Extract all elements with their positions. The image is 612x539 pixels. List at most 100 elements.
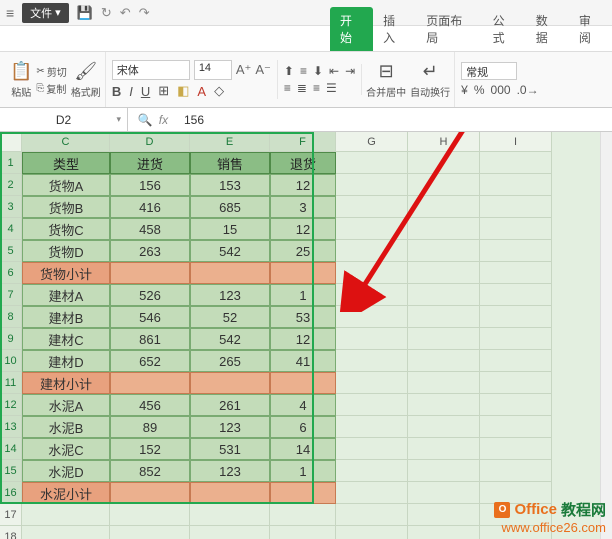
cell-G13[interactable] <box>336 416 408 438</box>
cell-G2[interactable] <box>336 174 408 196</box>
cells-area[interactable]: 类型进货销售退货货物A15615312货物B4166853货物C4581512货… <box>22 152 552 539</box>
cell-H14[interactable] <box>408 438 480 460</box>
file-menu[interactable]: 文件▾ <box>22 3 69 23</box>
undo-icon[interactable]: ↶ <box>120 5 131 21</box>
cell-C14[interactable]: 水泥C <box>22 438 110 460</box>
cell-H6[interactable] <box>408 262 480 284</box>
decrease-font-icon[interactable]: A⁻ <box>255 62 271 78</box>
cell-E4[interactable]: 15 <box>190 218 270 240</box>
cell-C2[interactable]: 货物A <box>22 174 110 196</box>
cell-I7[interactable] <box>480 284 552 306</box>
col-header-H[interactable]: H <box>408 132 480 152</box>
cell-E10[interactable]: 265 <box>190 350 270 372</box>
cell-C6[interactable]: 货物小计 <box>22 262 110 284</box>
cell-I13[interactable] <box>480 416 552 438</box>
cell-F15[interactable]: 1 <box>270 460 336 482</box>
row-header-6[interactable]: 6 <box>0 262 22 284</box>
cell-F10[interactable]: 41 <box>270 350 336 372</box>
tab-insert[interactable]: 插入 <box>373 7 416 51</box>
bold-button[interactable]: B <box>112 84 121 99</box>
cell-I15[interactable] <box>480 460 552 482</box>
cell-C8[interactable]: 建材B <box>22 306 110 328</box>
row-header-10[interactable]: 10 <box>0 350 22 372</box>
col-header-I[interactable]: I <box>480 132 552 152</box>
cell-D6[interactable] <box>110 262 190 284</box>
vertical-scrollbar[interactable] <box>600 132 612 539</box>
cell-E16[interactable] <box>190 482 270 504</box>
cell-F2[interactable]: 12 <box>270 174 336 196</box>
font-color-button[interactable]: A <box>197 84 206 99</box>
search-icon[interactable]: 🔍 <box>138 113 153 127</box>
col-header-G[interactable]: G <box>336 132 408 152</box>
cell-C12[interactable]: 水泥A <box>22 394 110 416</box>
cell-D13[interactable]: 89 <box>110 416 190 438</box>
cell-F14[interactable]: 14 <box>270 438 336 460</box>
cell-C18[interactable] <box>22 526 110 539</box>
cell-G10[interactable] <box>336 350 408 372</box>
cell-E9[interactable]: 542 <box>190 328 270 350</box>
italic-button[interactable]: I <box>129 84 133 99</box>
cell-I4[interactable] <box>480 218 552 240</box>
col-header-D[interactable]: D <box>110 132 190 152</box>
cell-G17[interactable] <box>336 504 408 526</box>
cell-F13[interactable]: 6 <box>270 416 336 438</box>
row-header-14[interactable]: 14 <box>0 438 22 460</box>
indent-left-icon[interactable]: ⇤ <box>329 64 339 78</box>
row-header-18[interactable]: 18 <box>0 526 22 539</box>
wrap-text-button[interactable]: ↵自动换行 <box>410 61 450 99</box>
cell-G1[interactable] <box>336 152 408 174</box>
cell-C5[interactable]: 货物D <box>22 240 110 262</box>
align-top-icon[interactable]: ⬆ <box>284 64 294 78</box>
percent-icon[interactable]: % <box>474 83 485 97</box>
row-header-15[interactable]: 15 <box>0 460 22 482</box>
cell-C9[interactable]: 建材C <box>22 328 110 350</box>
underline-button[interactable]: U <box>141 84 150 99</box>
cell-H1[interactable] <box>408 152 480 174</box>
cell-C1[interactable]: 类型 <box>22 152 110 174</box>
cell-E17[interactable] <box>190 504 270 526</box>
align-middle-icon[interactable]: ≡ <box>300 64 307 78</box>
tab-formula[interactable]: 公式 <box>483 7 526 51</box>
cell-F8[interactable]: 53 <box>270 306 336 328</box>
row-header-2[interactable]: 2 <box>0 174 22 196</box>
increase-font-icon[interactable]: A⁺ <box>236 62 252 78</box>
cell-F17[interactable] <box>270 504 336 526</box>
cell-G16[interactable] <box>336 482 408 504</box>
align-justify-icon[interactable]: ☰ <box>326 81 337 95</box>
cell-I6[interactable] <box>480 262 552 284</box>
cell-G9[interactable] <box>336 328 408 350</box>
cell-D15[interactable]: 852 <box>110 460 190 482</box>
cell-C7[interactable]: 建材A <box>22 284 110 306</box>
tab-layout[interactable]: 页面布局 <box>416 7 482 51</box>
cell-I12[interactable] <box>480 394 552 416</box>
cell-G18[interactable] <box>336 526 408 539</box>
cell-E8[interactable]: 52 <box>190 306 270 328</box>
cell-H8[interactable] <box>408 306 480 328</box>
cell-G12[interactable] <box>336 394 408 416</box>
cell-E18[interactable] <box>190 526 270 539</box>
cell-F9[interactable]: 12 <box>270 328 336 350</box>
merge-center-button[interactable]: ⊟合并居中 <box>366 61 406 99</box>
cell-D2[interactable]: 156 <box>110 174 190 196</box>
tab-review[interactable]: 审阅 <box>569 7 612 51</box>
cell-I1[interactable] <box>480 152 552 174</box>
cell-H12[interactable] <box>408 394 480 416</box>
row-header-3[interactable]: 3 <box>0 196 22 218</box>
cell-G11[interactable] <box>336 372 408 394</box>
cell-H10[interactable] <box>408 350 480 372</box>
row-header-16[interactable]: 16 <box>0 482 22 504</box>
col-header-F[interactable]: F <box>270 132 336 152</box>
align-bottom-icon[interactable]: ⬇ <box>313 64 323 78</box>
currency-icon[interactable]: ¥ <box>461 83 468 97</box>
cell-F18[interactable] <box>270 526 336 539</box>
cell-I9[interactable] <box>480 328 552 350</box>
cell-H15[interactable] <box>408 460 480 482</box>
cell-E12[interactable]: 261 <box>190 394 270 416</box>
formula-input[interactable]: 156 <box>178 113 612 127</box>
cell-C10[interactable]: 建材D <box>22 350 110 372</box>
row-header-13[interactable]: 13 <box>0 416 22 438</box>
cell-F1[interactable]: 退货 <box>270 152 336 174</box>
cell-C3[interactable]: 货物B <box>22 196 110 218</box>
cell-D9[interactable]: 861 <box>110 328 190 350</box>
cell-H3[interactable] <box>408 196 480 218</box>
